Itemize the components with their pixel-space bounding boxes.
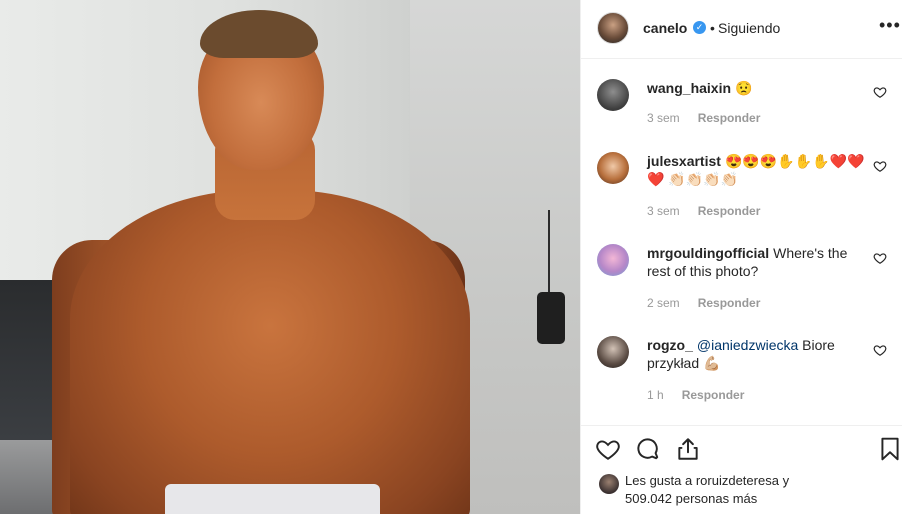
comment-meta: 2 sem Responder: [647, 296, 760, 310]
comment-like-icon[interactable]: [873, 85, 887, 99]
comment-body: 😟: [735, 80, 753, 96]
comment-like-icon[interactable]: [873, 343, 887, 357]
photo-figure-torso: [70, 190, 470, 514]
comment-text: rogzo_ @ianiedzwiecka Biore przykład 💪🏼: [647, 336, 865, 372]
author-avatar[interactable]: [597, 12, 629, 44]
comment-timestamp[interactable]: 3 sem: [647, 111, 680, 125]
punching-bag-rope: [548, 210, 550, 300]
comment-meta: 3 sem Responder: [647, 111, 760, 125]
more-options-icon[interactable]: •••: [879, 15, 901, 36]
photo-figure-hair: [200, 10, 318, 58]
likes-conjunction: y: [782, 473, 790, 488]
commenter-username[interactable]: wang_haixin: [647, 80, 731, 96]
likes-count[interactable]: 509.042: [625, 491, 672, 506]
verified-badge-icon: ✓: [693, 21, 706, 34]
bookmark-icon[interactable]: [877, 436, 902, 462]
comment-timestamp[interactable]: 3 sem: [647, 204, 680, 218]
following-button[interactable]: Siguiendo: [718, 20, 780, 36]
commenter-username[interactable]: rogzo_: [647, 337, 693, 353]
liker-avatar[interactable]: [599, 474, 619, 494]
post-side-panel: canelo ✓ • Siguiendo ••• wang_haixin 😟 3 …: [580, 0, 902, 514]
likes-prefix: Les gusta a: [625, 473, 693, 488]
post-header: canelo ✓ • Siguiendo •••: [581, 0, 902, 59]
comment-meta: 1 h Responder: [647, 388, 744, 402]
reply-button[interactable]: Responder: [698, 296, 761, 310]
share-icon[interactable]: [675, 436, 701, 462]
commenter-avatar[interactable]: [597, 244, 629, 276]
comment-meta: 3 sem Responder: [647, 204, 760, 218]
reply-button[interactable]: Responder: [682, 388, 745, 402]
reply-button[interactable]: Responder: [698, 204, 761, 218]
liker-username[interactable]: roruizdeteresa: [696, 473, 779, 488]
heart-outline-icon[interactable]: [595, 436, 621, 462]
comment-text: mrgouldingofficial Where's the rest of th…: [647, 244, 865, 280]
comment-text: wang_haixin 😟: [647, 79, 865, 97]
header-separator: •: [710, 20, 715, 36]
likes-summary: Les gusta a roruizdeteresa y 509.042 per…: [625, 472, 885, 508]
commenter-avatar[interactable]: [597, 79, 629, 111]
comment-text: julesxartist 😍😍😍✋✋✋❤️❤️❤️ 👏🏻👏🏻👏🏻👏🏻: [647, 152, 865, 188]
comment-like-icon[interactable]: [873, 251, 887, 265]
commenter-avatar[interactable]: [597, 336, 629, 368]
likes-suffix[interactable]: personas más: [676, 491, 758, 506]
comment-mention-link[interactable]: @ianiedzwiecka: [697, 337, 798, 353]
comment-bubble-icon[interactable]: [635, 436, 661, 462]
post-actions-bar: Les gusta a roruizdeteresa y 509.042 per…: [581, 425, 902, 516]
comment-like-icon[interactable]: [873, 159, 887, 173]
author-username[interactable]: canelo: [643, 20, 687, 36]
comment-timestamp[interactable]: 1 h: [647, 388, 664, 402]
commenter-username[interactable]: mrgouldingofficial: [647, 245, 769, 261]
commenter-username[interactable]: julesxartist: [647, 153, 721, 169]
reply-button[interactable]: Responder: [698, 111, 761, 125]
comment-timestamp[interactable]: 2 sem: [647, 296, 680, 310]
commenter-avatar[interactable]: [597, 152, 629, 184]
post-photo[interactable]: [0, 0, 580, 514]
photo-figure-shorts: [165, 484, 380, 514]
punching-bag: [537, 292, 565, 344]
